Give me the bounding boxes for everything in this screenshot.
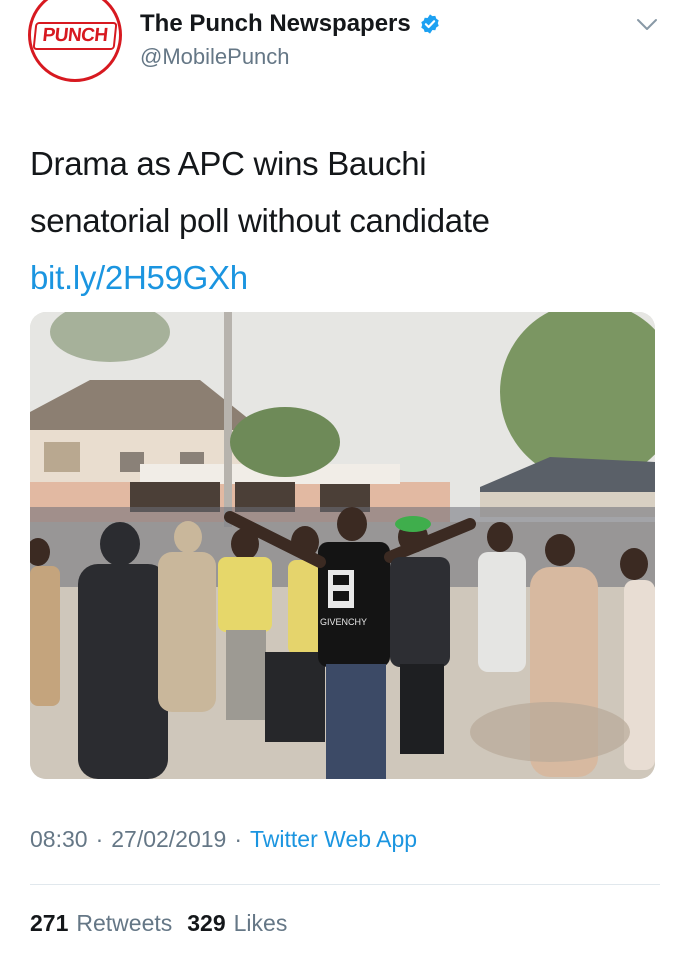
divider	[30, 884, 660, 885]
retweets-count: 271	[30, 910, 69, 936]
avatar[interactable]: PUNCH	[28, 0, 122, 82]
tweet-stats: 271 Retweets 329 Likes	[30, 910, 287, 937]
tweet-text-line-2: senatorial poll without candidate	[30, 202, 490, 239]
retweets-label: Retweets	[76, 910, 173, 936]
tweet-text-line-1: Drama as APC wins Bauchi	[30, 145, 427, 182]
tweet-header: PUNCH The Punch Newspapers @MobilePunch	[28, 0, 658, 82]
tweet-date[interactable]: 27/02/2019	[111, 826, 226, 853]
shirt-text: GIVENCHY	[320, 617, 367, 627]
crowd-photo: GIVENCHY	[30, 312, 655, 779]
likes-count: 329	[187, 910, 226, 936]
tweet-time[interactable]: 08:30	[30, 826, 88, 853]
display-name[interactable]: The Punch Newspapers	[140, 10, 411, 38]
meta-separator: ·	[234, 826, 243, 852]
meta-separator: ·	[95, 826, 104, 852]
tweet-photo[interactable]: GIVENCHY	[30, 312, 655, 779]
handle[interactable]: @MobilePunch	[140, 44, 290, 70]
likes-label: Likes	[233, 910, 288, 936]
verified-badge-icon	[421, 14, 439, 34]
tweet-text: Drama as APC wins Bauchi senatorial poll…	[30, 135, 650, 306]
name-row: The Punch Newspapers	[140, 10, 441, 38]
chevron-down-icon[interactable]	[636, 18, 658, 32]
likes-stat[interactable]: 329 Likes	[187, 910, 287, 937]
punch-logo: PUNCH	[32, 22, 118, 50]
tweet-meta: 08:30 · 27/02/2019 · Twitter Web App	[30, 826, 417, 853]
retweets-stat[interactable]: 271 Retweets	[30, 910, 172, 937]
tweet-link[interactable]: bit.ly/2H59GXh	[30, 249, 650, 306]
tweet-source[interactable]: Twitter Web App	[250, 826, 417, 853]
